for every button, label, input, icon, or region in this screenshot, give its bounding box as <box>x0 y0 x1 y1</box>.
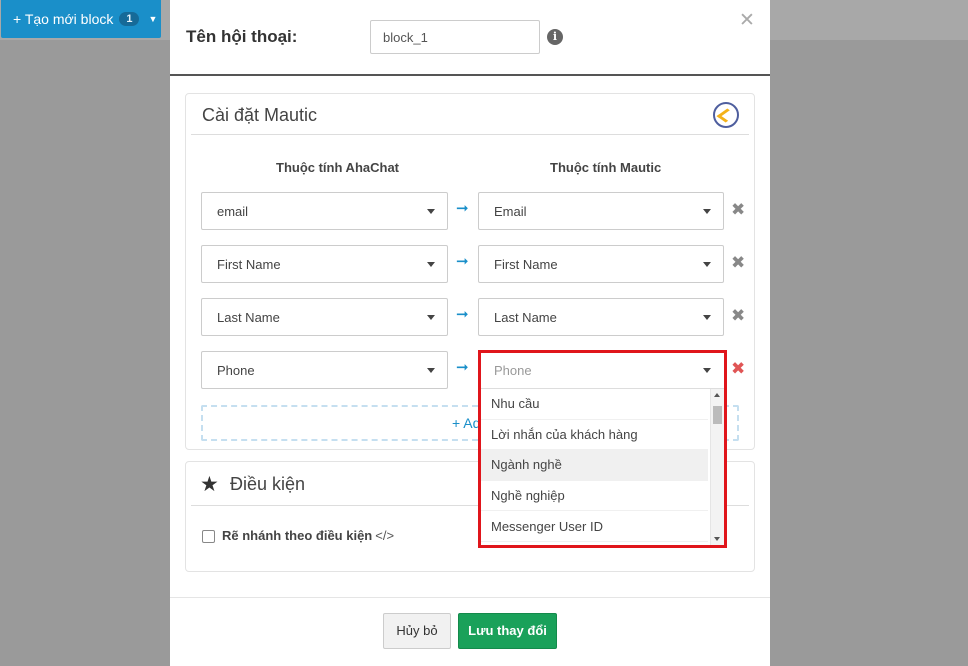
code-icon: </> <box>375 528 395 543</box>
ahachat-attribute-select[interactable]: Phone <box>201 351 448 389</box>
dropdown-option[interactable]: Lời nhắn của khách hàng <box>481 420 708 451</box>
caret-down-icon <box>703 262 711 267</box>
ahachat-attribute-select[interactable]: email <box>201 192 448 230</box>
create-block-button[interactable]: + Tạo mới block 1 ▼ <box>1 0 161 38</box>
scroll-thumb[interactable] <box>713 406 722 424</box>
arrow-right-icon: ➞ <box>456 200 469 217</box>
close-icon[interactable]: ✕ <box>739 9 755 32</box>
scroll-down-icon[interactable] <box>714 537 720 541</box>
star-icon: ★ <box>200 473 219 496</box>
ahachat-attribute-select[interactable]: First Name <box>201 245 448 283</box>
mautic-attribute-header: Thuộc tính Mautic <box>550 160 662 175</box>
block-count-badge: 1 <box>119 12 140 26</box>
dropdown-scrollbar[interactable] <box>710 389 724 545</box>
mautic-panel-title: Cài đặt Mautic <box>202 105 318 125</box>
mautic-logo-icon <box>713 102 739 128</box>
remove-row-icon[interactable]: ✖ <box>731 359 745 379</box>
mautic-attribute-select[interactable]: First Name <box>478 245 724 283</box>
modal-footer-divider <box>170 597 770 598</box>
divider <box>191 134 749 135</box>
dropdown-option[interactable]: Messenger User ID <box>481 511 708 542</box>
remove-row-icon[interactable]: ✖ <box>731 253 745 273</box>
mautic-attribute-dropdown-open: Phone Nhu cầu Lời nhắn của khách hàng Ng… <box>478 350 727 548</box>
mautic-attribute-select[interactable]: Last Name <box>478 298 724 336</box>
ahachat-attribute-header: Thuộc tính AhaChat <box>276 160 400 175</box>
caret-down-icon <box>703 315 711 320</box>
caret-down-icon[interactable]: ▼ <box>148 14 157 24</box>
caret-down-icon <box>703 368 711 373</box>
caret-down-icon <box>703 209 711 214</box>
arrow-right-icon: ➞ <box>456 306 469 323</box>
select-value: Last Name <box>217 309 280 325</box>
conversation-name-label: Tên hội thoại: <box>186 27 298 46</box>
arrow-right-icon: ➞ <box>456 359 469 376</box>
select-value: First Name <box>494 256 558 272</box>
select-value: email <box>217 203 249 219</box>
dropdown-option[interactable]: Nghề nghiệp <box>481 481 708 512</box>
caret-down-icon <box>427 368 435 373</box>
add-mapping-label: + Ad <box>452 415 481 431</box>
conversation-name-input[interactable] <box>370 20 540 54</box>
cancel-button[interactable]: Hủy bỏ <box>383 613 451 649</box>
condition-title: Điều kiện <box>230 474 306 494</box>
modal-dialog: Tên hội thoại: i ✕ Cài đặt Mautic Thuộc … <box>170 0 770 666</box>
remove-row-icon[interactable]: ✖ <box>731 306 745 326</box>
select-value: Phone <box>217 362 255 378</box>
select-value: Last Name <box>494 309 557 325</box>
create-block-label: + Tạo mới block <box>13 11 114 27</box>
info-circle-icon[interactable]: i <box>547 29 563 45</box>
caret-down-icon <box>427 315 435 320</box>
mautic-attribute-select-open[interactable]: Phone <box>481 353 724 389</box>
dropdown-option-highlighted[interactable]: Ngành nghề <box>481 450 708 481</box>
branch-condition-label[interactable]: Rẽ nhánh theo điều kiện </> <box>222 528 394 543</box>
dropdown-options: Nhu cầu Lời nhắn của khách hàng Ngành ng… <box>481 389 708 542</box>
modal-header: Tên hội thoại: i ✕ <box>170 0 770 76</box>
caret-down-icon <box>427 209 435 214</box>
remove-row-icon[interactable]: ✖ <box>731 200 745 220</box>
select-placeholder: Phone <box>494 363 532 378</box>
arrow-right-icon: ➞ <box>456 253 469 270</box>
caret-down-icon <box>427 262 435 267</box>
mautic-attribute-select[interactable]: Email <box>478 192 724 230</box>
branch-condition-text: Rẽ nhánh theo điều kiện <box>222 528 373 543</box>
ahachat-attribute-select[interactable]: Last Name <box>201 298 448 336</box>
select-value: Email <box>494 203 527 219</box>
save-changes-button[interactable]: Lưu thay đổi <box>458 613 557 649</box>
dropdown-option[interactable]: Nhu cầu <box>481 389 708 420</box>
select-value: First Name <box>217 256 281 272</box>
scroll-up-icon[interactable] <box>714 393 720 397</box>
branch-condition-checkbox[interactable] <box>202 530 215 543</box>
